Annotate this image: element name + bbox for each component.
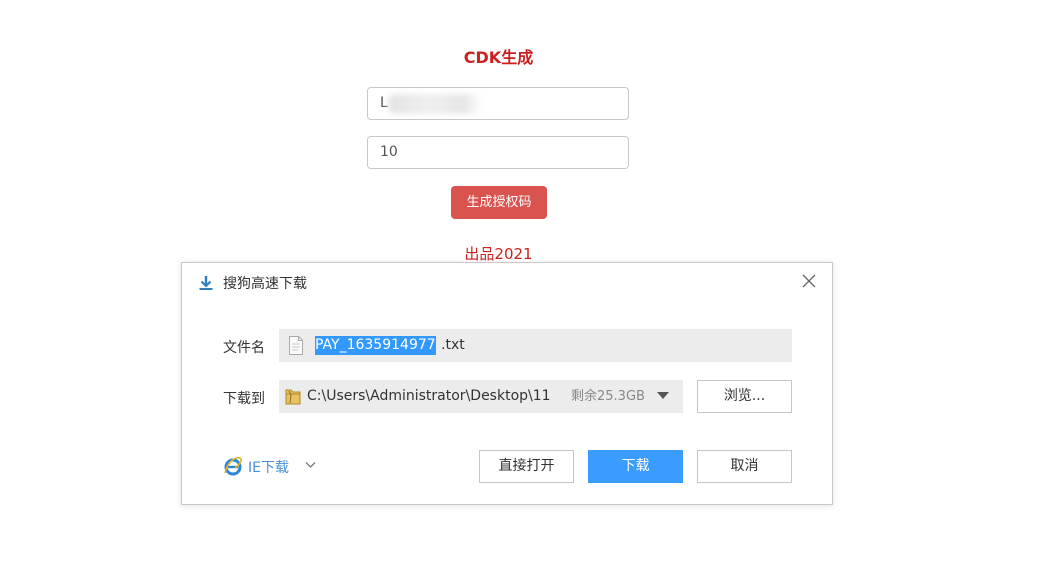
account-input-value: L bbox=[380, 95, 388, 111]
download-dialog: 搜狗高速下载 文件名 PAY_1635914977 .txt 下载到 C:\Us… bbox=[181, 262, 833, 505]
ie-icon[interactable] bbox=[223, 456, 243, 476]
chevron-down-icon[interactable] bbox=[305, 461, 316, 469]
dropdown-arrow-icon[interactable] bbox=[657, 392, 669, 400]
page-title: CDK生成 bbox=[463, 48, 534, 67]
footer-text: 出品2021 bbox=[464, 245, 533, 263]
account-input[interactable]: L bbox=[367, 87, 629, 120]
dialog-title: 搜狗高速下载 bbox=[223, 276, 307, 292]
download-icon bbox=[199, 276, 213, 290]
folder-icon bbox=[285, 389, 301, 405]
cancel-button[interactable]: 取消 bbox=[697, 450, 792, 483]
filename-label: 文件名 bbox=[223, 340, 265, 356]
download-to-label: 下载到 bbox=[223, 391, 265, 407]
free-space-text: 剩余25.3GB bbox=[571, 389, 645, 404]
filename-field[interactable]: PAY_1635914977 .txt bbox=[279, 329, 792, 362]
quantity-input[interactable]: 10 bbox=[367, 136, 629, 169]
file-icon bbox=[289, 336, 303, 355]
download-button[interactable]: 下载 bbox=[588, 450, 683, 483]
download-path-text: C:\Users\Administrator\Desktop\11 bbox=[307, 388, 551, 404]
quantity-input-value: 10 bbox=[380, 144, 398, 160]
open-directly-button[interactable]: 直接打开 bbox=[479, 450, 574, 483]
browse-button[interactable]: 浏览... bbox=[697, 380, 792, 413]
download-path-select[interactable]: C:\Users\Administrator\Desktop\11 剩余25.3… bbox=[279, 380, 683, 413]
ie-download-link[interactable]: IE下载 bbox=[248, 457, 289, 477]
close-icon[interactable] bbox=[800, 272, 818, 290]
generate-code-button[interactable]: 生成授权码 bbox=[451, 186, 547, 219]
filename-extension: .txt bbox=[441, 337, 465, 353]
redacted-blur bbox=[388, 94, 483, 114]
filename-selected-text: PAY_1635914977 bbox=[315, 336, 436, 355]
